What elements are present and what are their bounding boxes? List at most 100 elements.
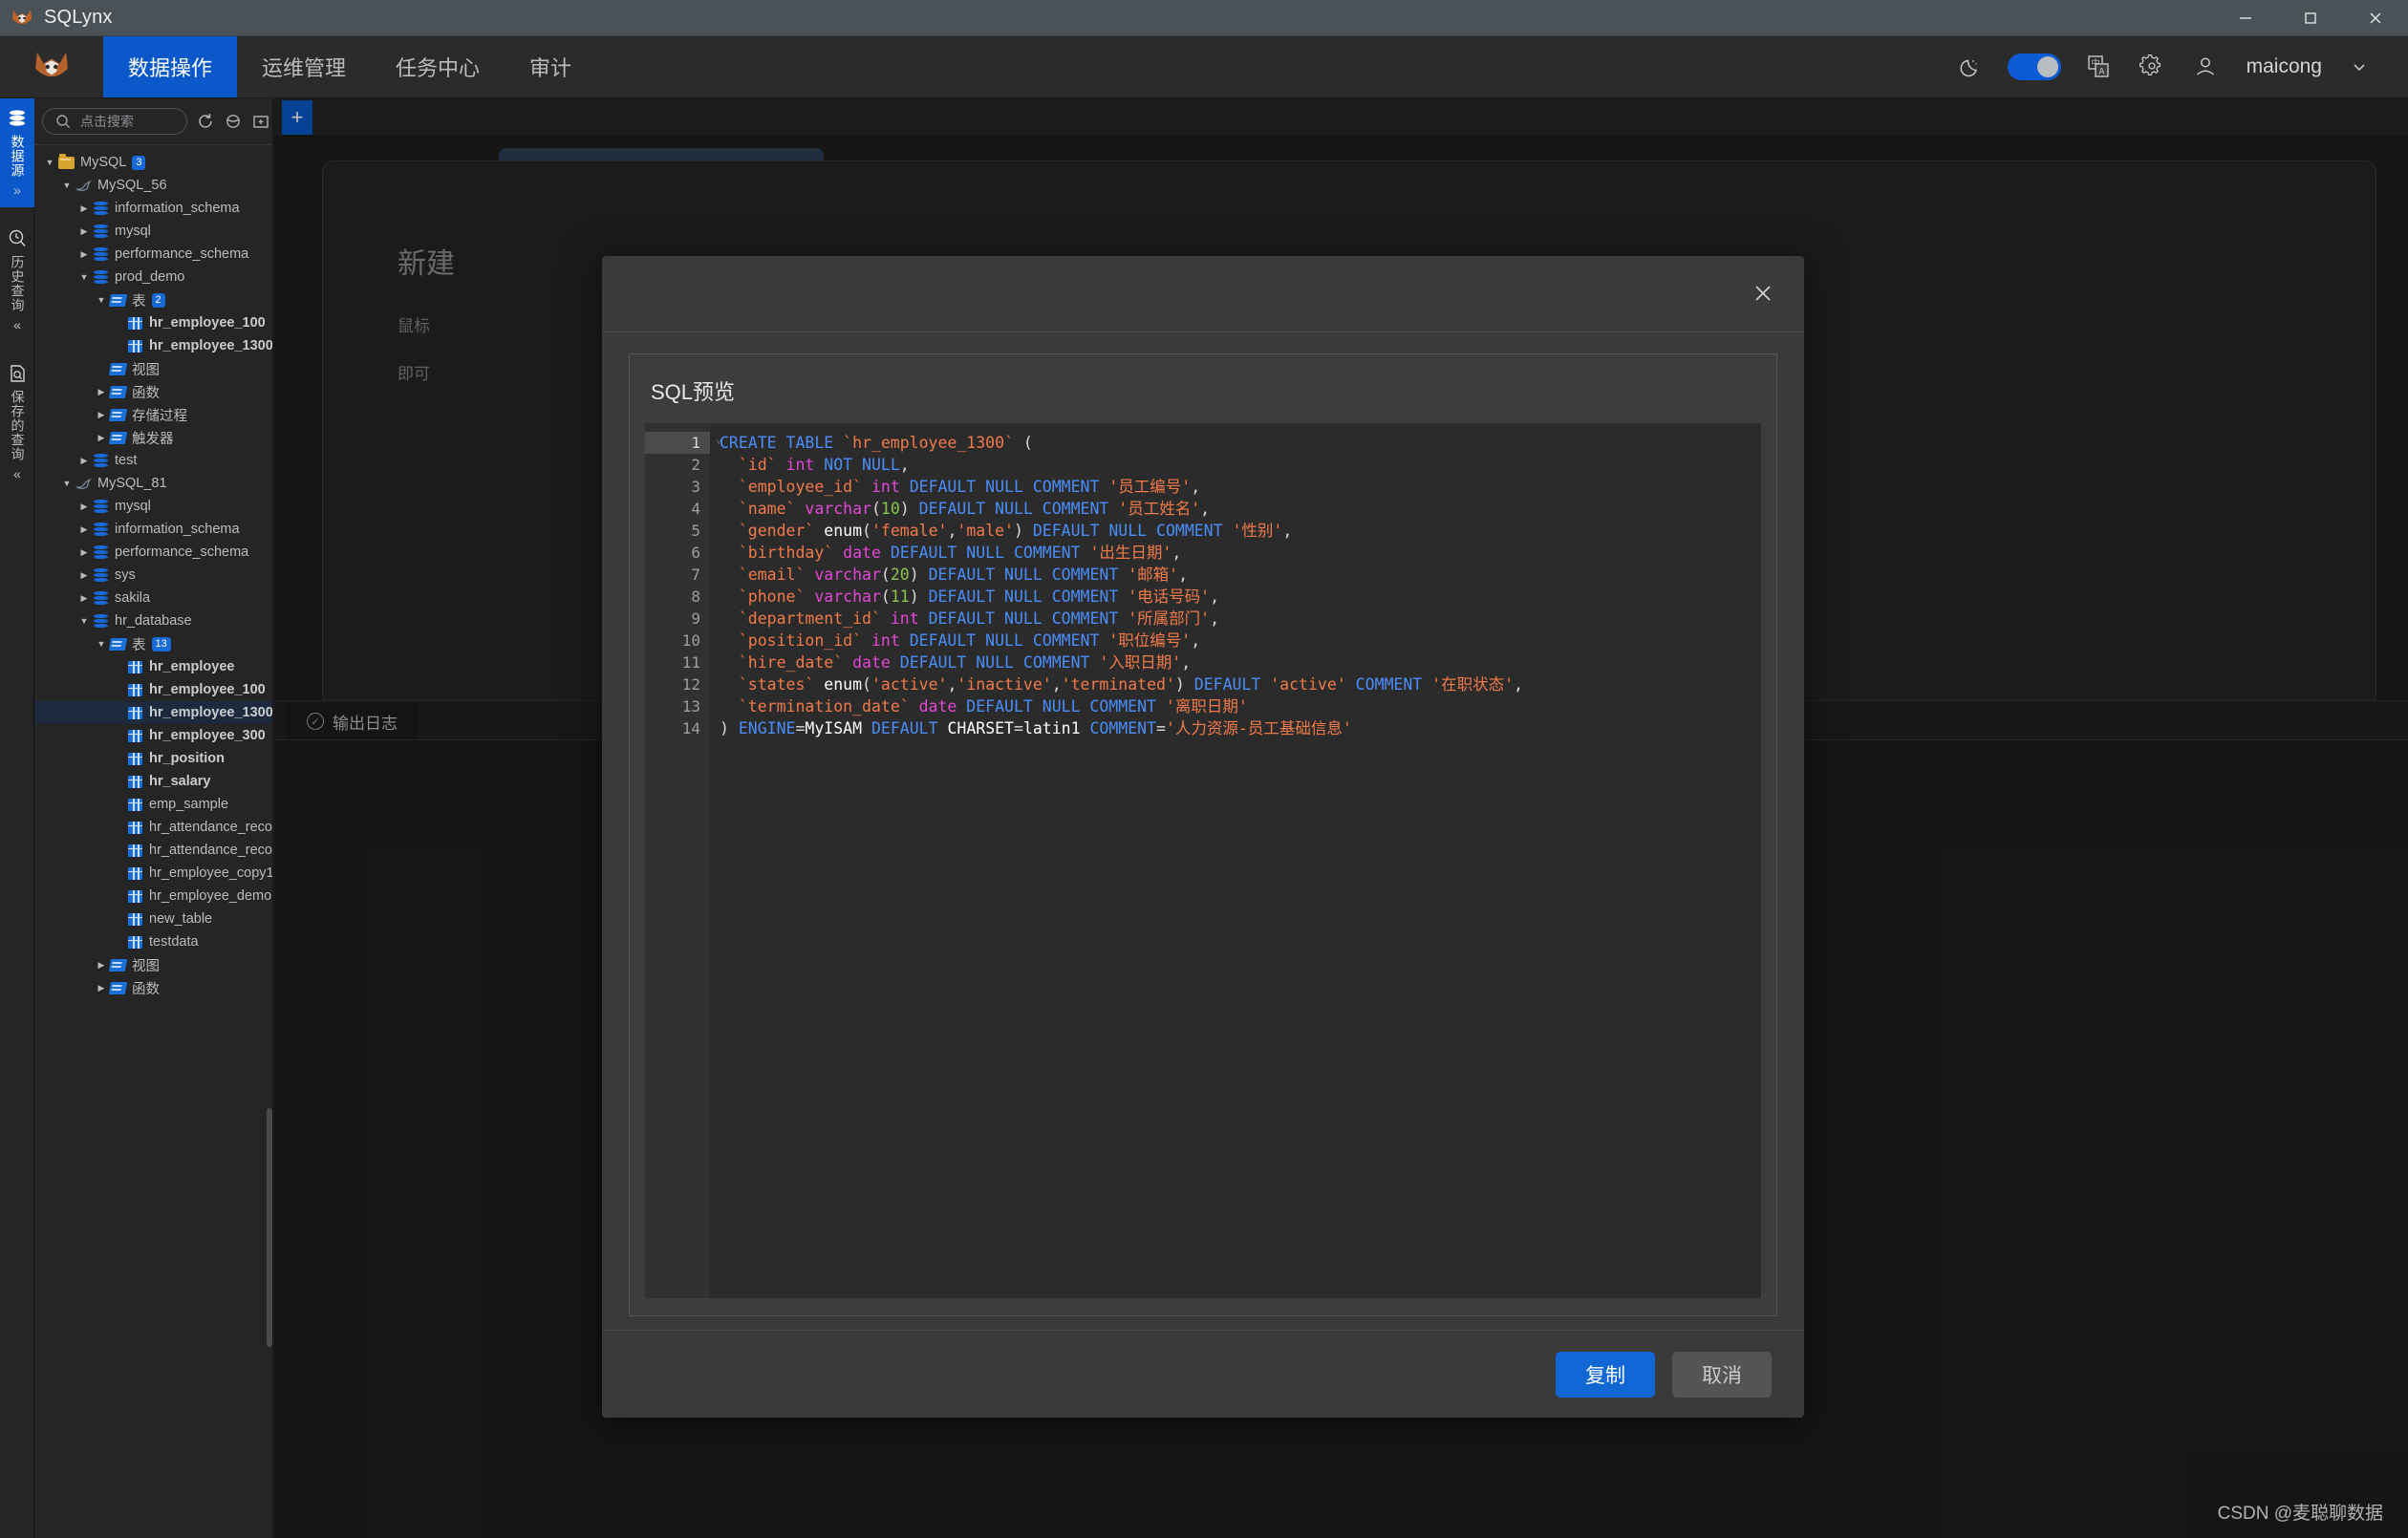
tab-audit[interactable]: 审计 (505, 36, 596, 97)
chevron-right-icon[interactable]: ▶ (94, 410, 109, 420)
tree-node[interactable]: ▶hr_attendance_records_s (34, 839, 272, 862)
tree-node[interactable]: ▼ prod_demo (34, 266, 272, 288)
user-avatar-icon[interactable] (2189, 51, 2222, 83)
code-token: int (862, 478, 900, 496)
minimize-icon[interactable] (2213, 0, 2278, 36)
rail-collapse-icon-saved[interactable]: « (13, 466, 21, 481)
tree-node[interactable]: ▶hr_employee_300 (34, 724, 272, 747)
tree-node[interactable]: ▶hr_employee_100 (34, 678, 272, 701)
chevron-down-icon[interactable]: ▼ (94, 295, 109, 305)
chevron-right-icon[interactable]: ▶ (76, 502, 92, 512)
theme-toggle[interactable] (2007, 53, 2061, 80)
tree-node[interactable]: ▶ performance_schema (34, 541, 272, 564)
table-icon (128, 660, 142, 673)
rail-expand-icon[interactable]: » (13, 182, 21, 198)
maximize-icon[interactable] (2278, 0, 2343, 36)
tree-node[interactable]: ▶hr_employee_demo (34, 885, 272, 908)
tree-node[interactable]: ▶ performance_schema (34, 243, 272, 266)
search-input[interactable]: 点击搜索 (42, 108, 187, 135)
tree-node[interactable]: ▶new_table (34, 908, 272, 930)
tree-node[interactable]: ▶ mysql (34, 495, 272, 518)
tree-node[interactable]: ▼ hr_database (34, 609, 272, 632)
tree-node[interactable]: ▶ test (34, 449, 272, 472)
rail-item-saved-queries[interactable]: 保存的查询 « (0, 353, 34, 491)
tree-node[interactable]: ▶hr_employee_1300 (34, 334, 272, 357)
gear-icon[interactable] (2136, 51, 2168, 83)
chevron-right-icon[interactable]: ▶ (76, 524, 92, 535)
chevron-down-icon[interactable]: ▼ (59, 181, 75, 190)
language-translate-icon[interactable]: 中 A (2082, 51, 2115, 83)
chevron-right-icon[interactable]: ▶ (94, 983, 109, 993)
tree-node[interactable]: ▶hr_attendance_records (34, 816, 272, 839)
tree-node[interactable]: ▶ 函数 (34, 976, 272, 999)
chevron-down-icon[interactable]: ▼ (76, 272, 92, 282)
chevron-right-icon[interactable]: ▶ (76, 547, 92, 558)
code-token: , (947, 675, 957, 694)
tree-node[interactable]: ▼ 表 2 (34, 288, 272, 311)
tree-node[interactable]: ▶hr_employee_100 (34, 311, 272, 334)
copy-button[interactable]: 复制 (1556, 1351, 1655, 1398)
code-token: '在职状态' (1431, 675, 1515, 694)
sidebar-scrollbar[interactable] (267, 1108, 272, 1347)
tree-node[interactable]: ▶ 存储过程 (34, 403, 272, 426)
chevron-down-icon[interactable]: ▼ (59, 479, 75, 488)
tree-node[interactable]: ▶ mysql (34, 220, 272, 243)
tree-node[interactable]: ▶hr_salary (34, 770, 272, 793)
tab-task-center[interactable]: 任务中心 (371, 36, 505, 97)
code-line: `name` varchar(10) DEFAULT NULL COMMENT … (720, 498, 1761, 520)
tree-node[interactable]: ▶ sys (34, 564, 272, 587)
tree-node[interactable]: ▶emp_sample (34, 793, 272, 816)
tree-node[interactable]: ▼ 表 13 (34, 632, 272, 655)
chevron-right-icon[interactable]: ▶ (76, 593, 92, 604)
code-line-number: 13 (681, 697, 700, 716)
tree-node[interactable]: ▶hr_position (34, 747, 272, 770)
sql-code-viewer[interactable]: 1 ˅ 2 3 4 5 6 7 8 9 10 11 12 13 14 CREATE TABLE `hr_em… (645, 423, 1761, 1298)
tree-node[interactable]: ▶ sakila (34, 587, 272, 609)
chevron-down-icon[interactable]: ▼ (76, 616, 92, 626)
rail-item-history[interactable]: 历史查询 « (0, 219, 34, 342)
chevron-right-icon[interactable]: ▶ (94, 433, 109, 443)
tree-node[interactable]: ▼ MySQL_81 (34, 472, 272, 495)
tree-node[interactable]: ▶ information_schema (34, 197, 272, 220)
blue-folder-icon (108, 637, 128, 651)
tree-node[interactable]: ▶视图 (34, 357, 272, 380)
tab-ops-management[interactable]: 运维管理 (237, 36, 371, 97)
tree-node[interactable]: ▶ 函数 (34, 380, 272, 403)
chevron-right-icon[interactable]: ▶ (76, 203, 92, 214)
chevron-down-icon[interactable]: ▼ (94, 639, 109, 649)
user-name-label[interactable]: maicong (2247, 55, 2322, 78)
cancel-button[interactable]: 取消 (1672, 1351, 1772, 1398)
tree-node[interactable]: ▼ MySQL_56 (34, 174, 272, 197)
tree-node[interactable]: ▶hr_employee (34, 655, 272, 678)
tree-node[interactable]: ▶hr_employee_1300 (34, 701, 272, 724)
tree-node[interactable]: ▶hr_employee_copy1 (34, 862, 272, 885)
rail-item-datasource[interactable]: 数据源 » (0, 98, 34, 207)
moon-icon[interactable] (1954, 51, 1987, 83)
code-fold-icon[interactable]: ˅ (716, 432, 721, 454)
chevron-down-icon[interactable]: ▼ (42, 158, 57, 167)
tree-node[interactable]: ▶视图 (34, 953, 272, 976)
chevron-right-icon[interactable]: ▶ (76, 456, 92, 466)
tree-node[interactable]: ▼ MySQL 3 (34, 151, 272, 174)
chevron-right-icon[interactable]: ▶ (94, 387, 109, 397)
new-folder-icon[interactable] (251, 111, 270, 132)
code-content[interactable]: CREATE TABLE `hr_employee_1300` ( `id` i… (710, 423, 1761, 1298)
chevron-right-icon[interactable]: ▶ (76, 226, 92, 237)
tree-node[interactable]: ▶ information_schema (34, 518, 272, 541)
close-icon[interactable] (2343, 0, 2408, 36)
refresh-icon[interactable] (196, 111, 215, 132)
rail-collapse-icon-history[interactable]: « (13, 317, 21, 332)
chevron-right-icon[interactable]: ▶ (76, 249, 92, 260)
tree-node[interactable]: ▶ 触发器 (34, 426, 272, 449)
database-icon (94, 613, 108, 629)
filter-icon[interactable] (224, 111, 243, 132)
tab-data-operations[interactable]: 数据操作 (103, 36, 238, 97)
code-token: , (1181, 653, 1192, 672)
chevron-right-icon[interactable]: ▶ (76, 570, 92, 581)
sql-preview-title: SQL预览 (651, 380, 736, 404)
tree-node[interactable]: ▶testdata (34, 930, 272, 953)
close-icon[interactable] (1747, 277, 1779, 310)
chevron-right-icon[interactable]: ▶ (94, 960, 109, 971)
chevron-down-icon[interactable] (2343, 51, 2376, 83)
